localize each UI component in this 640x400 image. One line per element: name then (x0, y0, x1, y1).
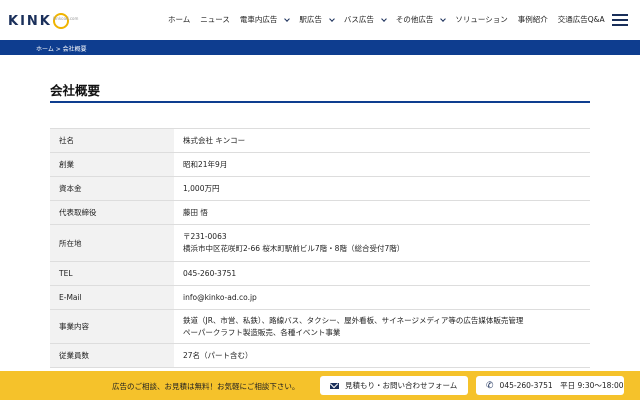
row-value: 株式会社 キンコー (174, 129, 590, 152)
table-row: TEL 045-260-3751 (50, 262, 590, 286)
chevron-down-icon (440, 15, 447, 22)
phone-label: 045-260-3751 平日 9:30〜18:00 (499, 381, 624, 390)
nav-item[interactable]: 事例紹介 (518, 14, 548, 25)
phone-icon: ✆ (486, 380, 494, 391)
row-value-line: 045-260-3751 (183, 268, 237, 278)
contact-form-label: 見積もり・お問い合わせフォーム (345, 381, 458, 390)
nav-item-label: ニュース (200, 15, 230, 24)
nav-item[interactable]: 交通広告Q&A (558, 14, 605, 25)
nav-item-label: 交通広告Q&A (557, 15, 605, 24)
contact-cta-bar: 広告のご相談、お見積は無料！お気軽にご相談下さい。 見積もり・お問い合わせフォー… (0, 371, 640, 400)
contact-form-button[interactable]: 見積もり・お問い合わせフォーム (320, 376, 468, 395)
nav-item[interactable]: その他広告 (395, 14, 447, 25)
table-row: E-Mail info@kinko-ad.co.jp (50, 286, 590, 310)
row-value: 〒231-0063 横浜市中区花咲町2-66 桜木町駅前ビル7階・8階（総合受付7… (174, 225, 590, 261)
row-value: 鉄道（JR、市営、私鉄）、路線バス、タクシー、屋外看板、サイネージメディア等の広… (174, 310, 590, 343)
row-label: 所在地 (50, 225, 174, 261)
row-label: 代表取締役 (50, 201, 174, 224)
table-row: 社名 株式会社 キンコー (50, 129, 590, 153)
row-value-line: ペーパークラフト製造販売、各種イベント事業 (183, 327, 341, 337)
row-value: 27名（パート含む） (174, 344, 590, 367)
row-value: 045-260-3751 (174, 262, 590, 285)
page-title: 会社概要 (50, 83, 101, 98)
row-value: info@kinko-ad.co.jp (174, 286, 590, 309)
row-label: 従業員数 (50, 344, 174, 367)
logo-subtext: kinkoad.com (53, 16, 79, 21)
breadcrumb-bar: ホーム > 会社概要 (0, 40, 640, 55)
nav-item-label: ホーム (168, 15, 191, 24)
row-value-line: 藤田 悟 (183, 207, 208, 217)
table-row: 事業内容 鉄道（JR、市営、私鉄）、路線バス、タクシー、屋外看板、サイネージメディ… (50, 310, 590, 344)
nav-item-label: 電車内広告 (239, 15, 278, 24)
row-value-line: 横浜市中区花咲町2-66 桜木町駅前ビル7階・8階（総合受付7階） (183, 244, 405, 253)
row-value-line[interactable]: info@kinko-ad.co.jp (183, 292, 590, 304)
row-value-line: 1,000万円 (183, 183, 220, 193)
logo[interactable]: KINK (8, 10, 69, 32)
nav-item-label: ソリューション (455, 15, 508, 24)
nav-item-label: 駅広告 (299, 15, 322, 24)
site-header: KINK kinkoad.com ホーム ニュース 電車内広告 駅広告 バス広告 その他広… (0, 0, 640, 40)
nav-item[interactable]: ニュース (200, 14, 230, 25)
breadcrumb[interactable]: ホーム > 会社概要 (36, 44, 87, 53)
nav-item[interactable]: 駅広告 (299, 14, 335, 25)
row-label: 創業 (50, 153, 174, 176)
nav-item-label: その他広告 (395, 15, 434, 24)
nav-item-label: バス広告 (343, 15, 374, 24)
row-value-line: 27名（パート含む） (183, 350, 253, 360)
row-value-line: 株式会社 キンコー (183, 135, 246, 145)
table-row: 所在地 〒231-0063 横浜市中区花咲町2-66 桜木町駅前ビル7階・8階（総合… (50, 225, 590, 262)
table-row: 資本金 1,000万円 (50, 177, 590, 201)
table-row: 創業 昭和21年9月 (50, 153, 590, 177)
row-value-line: 鉄道（JR、市営、私鉄）、路線バス、タクシー、屋外看板、サイネージメディア等の広… (183, 315, 524, 325)
chevron-down-icon (381, 15, 387, 22)
nav-item[interactable]: 電車内広告 (239, 14, 291, 25)
phone-button[interactable]: ✆ 045-260-3751 平日 9:30〜18:00 (476, 376, 624, 395)
chevron-down-icon (284, 15, 291, 22)
nav-item[interactable]: ホーム (168, 14, 190, 25)
table-row: 従業員数 27名（パート含む） (50, 344, 590, 368)
chevron-down-icon (329, 15, 335, 22)
row-value: 藤田 悟 (174, 201, 590, 224)
logo-text: KINK (8, 13, 52, 29)
row-value: 1,000万円 (174, 177, 590, 200)
row-label: TEL (50, 262, 174, 285)
nav-item[interactable]: バス広告 (343, 14, 387, 25)
row-label: 社名 (50, 129, 174, 152)
table-row: 代表取締役 藤田 悟 (50, 201, 590, 225)
row-value-line: 〒231-0063 (183, 232, 227, 241)
main-nav: ホーム ニュース 電車内広告 駅広告 バス広告 その他広告 ソリューション 事例紹介 交通広告Q… (168, 14, 615, 25)
company-info-table: 社名 株式会社 キンコー 創業 昭和21年9月 資本金 1,000万円 代表取締役 藤田 悟所… (50, 128, 590, 368)
title-underline (50, 101, 590, 103)
mail-icon (330, 382, 339, 389)
nav-item-label: 事例紹介 (517, 15, 548, 24)
row-label: 事業内容 (50, 310, 174, 343)
cta-message: 広告のご相談、お見積は無料！お気軽にご相談下さい。 (112, 382, 300, 391)
row-label: 資本金 (50, 177, 174, 200)
row-label: E-Mail (50, 286, 174, 309)
row-value: 昭和21年9月 (174, 153, 590, 176)
nav-item[interactable]: ソリューション (455, 14, 507, 25)
menu-icon[interactable] (612, 14, 628, 26)
row-value-line: 昭和21年9月 (183, 159, 228, 169)
